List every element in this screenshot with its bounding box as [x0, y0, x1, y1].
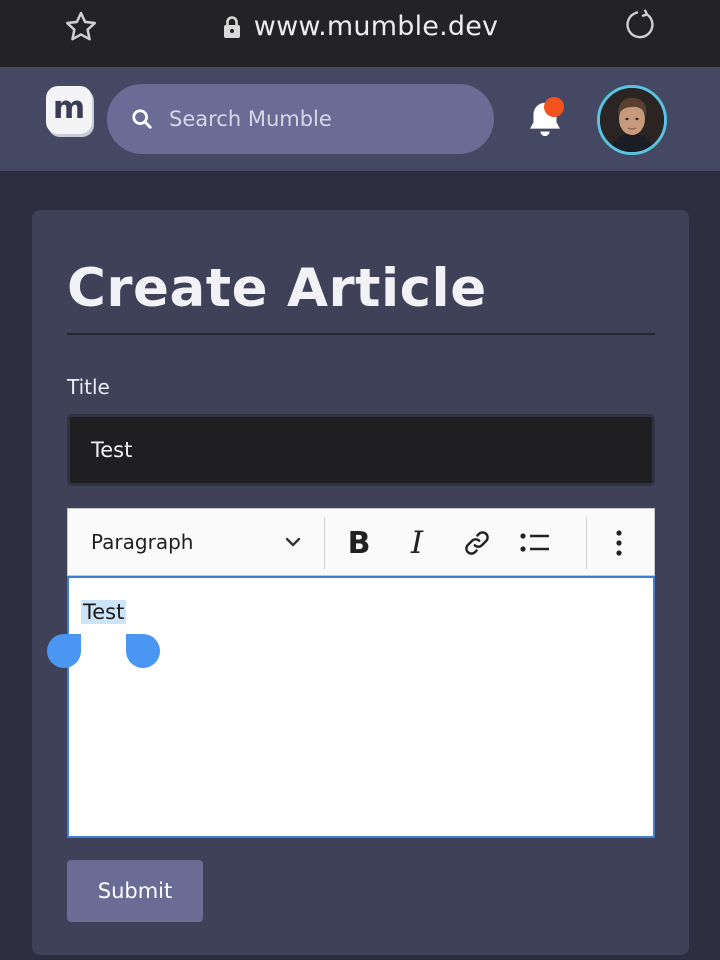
browser-toolbar: www.mumble.dev: [0, 0, 720, 67]
bold-button[interactable]: B: [335, 519, 383, 567]
title-input[interactable]: [67, 414, 655, 486]
more-vertical-icon: [616, 530, 622, 556]
search-input[interactable]: [169, 107, 469, 131]
title-field-label: Title: [67, 375, 110, 399]
bulleted-list-button[interactable]: [511, 519, 559, 567]
page-title: Create Article: [67, 258, 487, 319]
selection-start-handle[interactable]: [47, 634, 81, 668]
editor-toolbar: Paragraph B I: [67, 508, 655, 576]
user-avatar[interactable]: [597, 85, 667, 155]
chevron-down-icon: [285, 537, 301, 547]
submit-button[interactable]: Submit: [67, 860, 203, 922]
title-divider: [67, 333, 655, 335]
selection-end-handle[interactable]: [126, 634, 160, 668]
selected-content-text[interactable]: Test: [81, 600, 127, 624]
toolbar-separator: [324, 517, 325, 569]
editor-content-area[interactable]: Test: [67, 576, 655, 838]
mumble-logo[interactable]: m: [46, 86, 92, 134]
italic-icon: I: [410, 525, 424, 561]
heading-style-dropdown[interactable]: Paragraph: [68, 509, 324, 575]
heading-style-label: Paragraph: [91, 530, 194, 554]
more-options-button[interactable]: [595, 519, 643, 567]
star-icon[interactable]: [62, 8, 100, 46]
rich-text-editor: Paragraph B I Test: [67, 508, 655, 838]
link-icon: [465, 531, 489, 555]
bulleted-list-icon: [520, 533, 549, 552]
bold-icon: B: [347, 525, 371, 561]
url-text: www.mumble.dev: [253, 11, 499, 42]
avatar-photo: [600, 88, 664, 152]
address-bar[interactable]: www.mumble.dev: [222, 11, 498, 42]
link-button[interactable]: [453, 519, 501, 567]
toolbar-separator: [586, 517, 587, 569]
lock-icon: [223, 15, 240, 38]
reload-icon[interactable]: [622, 7, 658, 43]
search-icon: [132, 109, 152, 129]
logo-letter: m: [52, 90, 86, 126]
italic-button[interactable]: I: [393, 519, 441, 567]
search-bar[interactable]: [107, 84, 494, 154]
notification-badge: [544, 97, 564, 117]
